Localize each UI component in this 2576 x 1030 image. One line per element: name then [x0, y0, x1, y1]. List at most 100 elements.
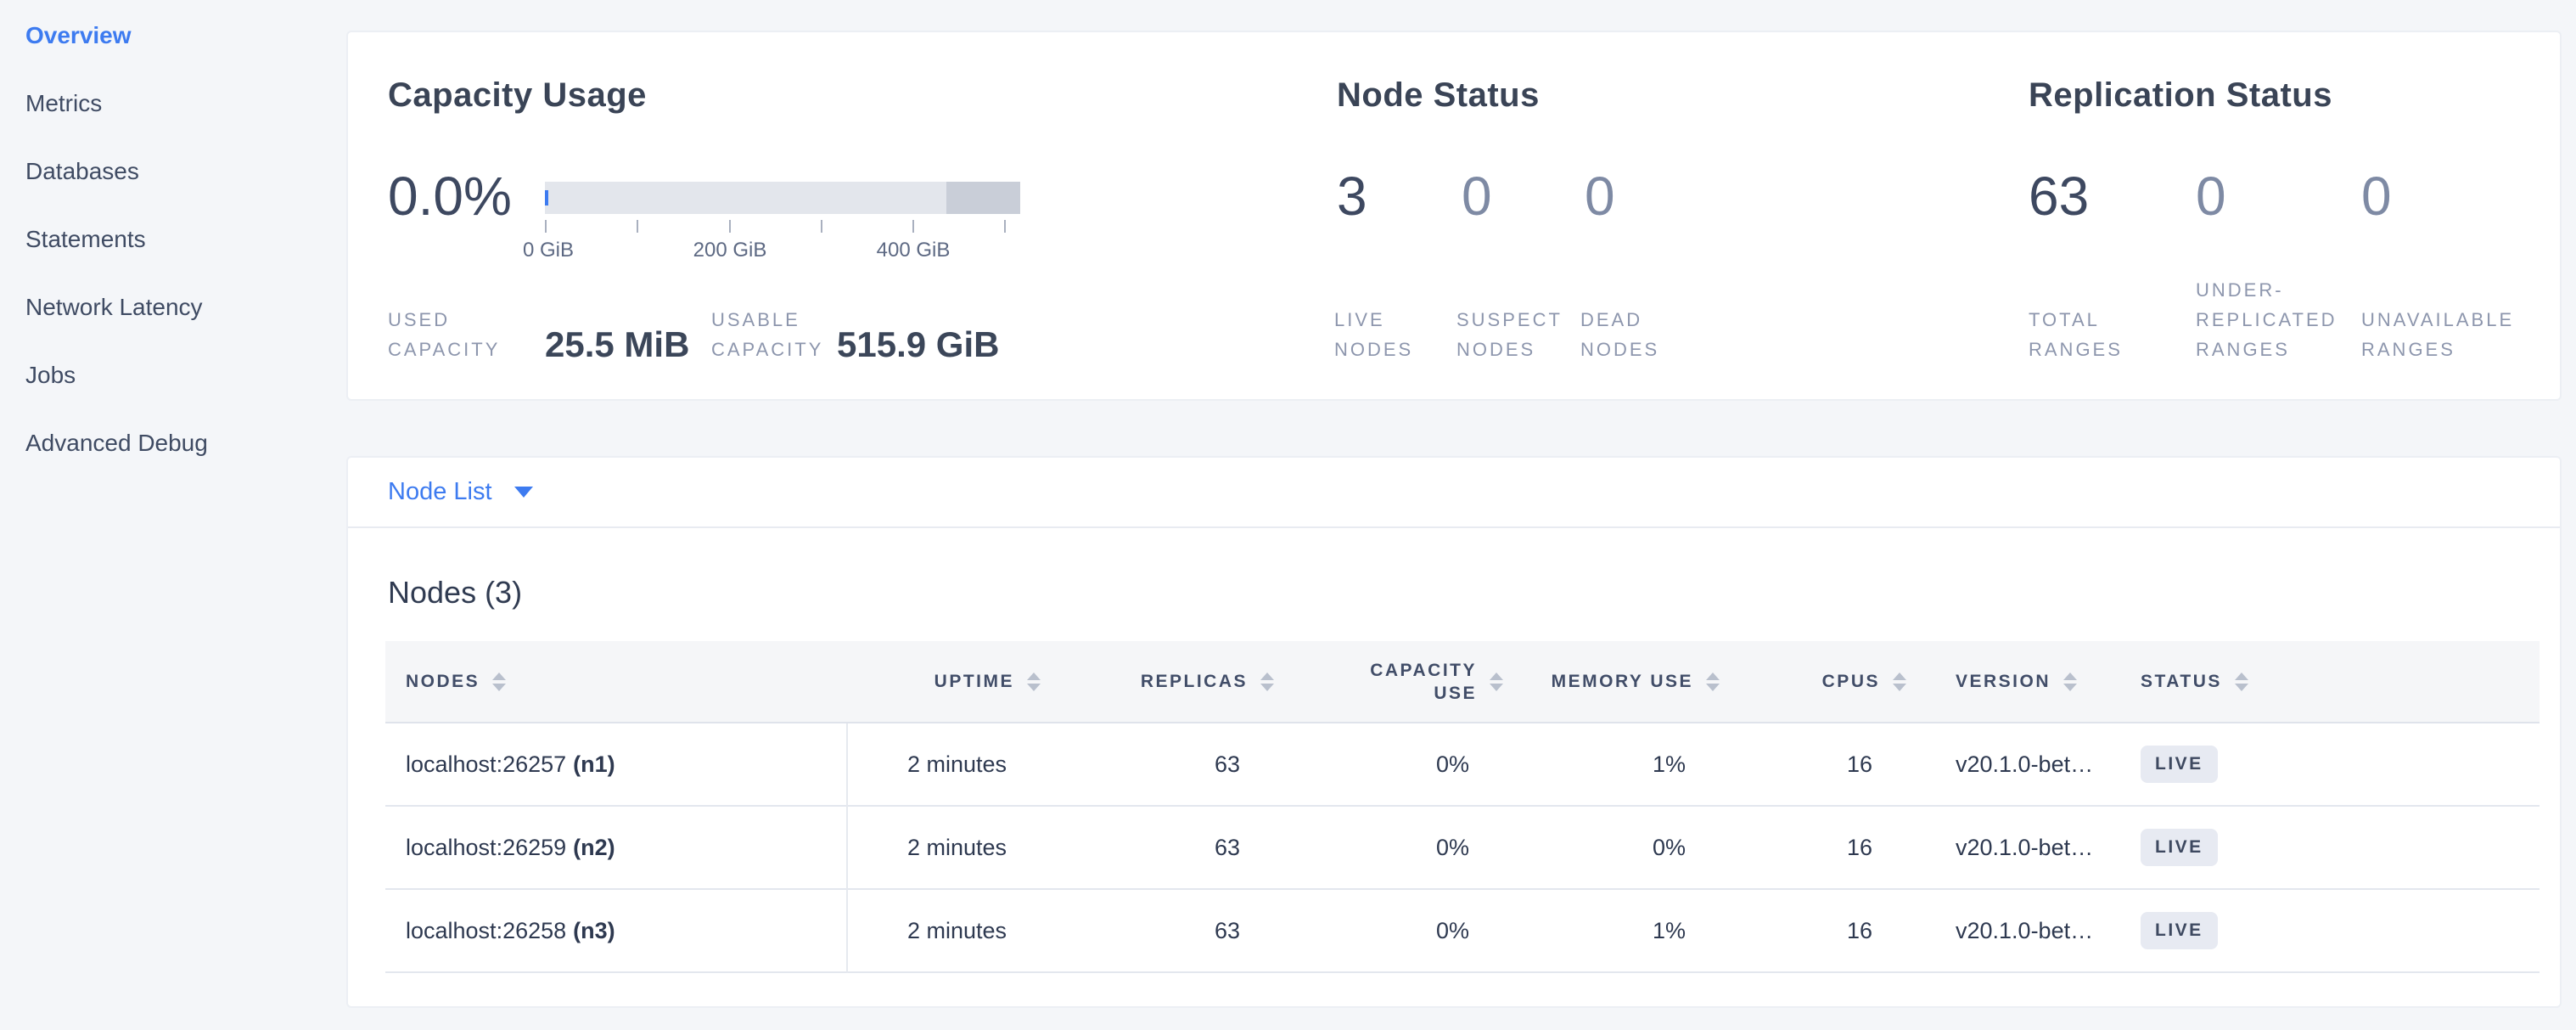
replicas-cell: 63 [1046, 751, 1279, 778]
axis-tick [1004, 220, 1006, 233]
sort-icon [2235, 673, 2248, 691]
axis-tick-label: 400 GiB [877, 239, 951, 262]
live-nodes-label: LIVE NODES [1334, 305, 1436, 364]
unavailable-ranges-count: 0 [2361, 165, 2392, 228]
sidebar-item-statements[interactable]: Statements [0, 205, 346, 273]
column-header-label: UPTIME [934, 672, 1014, 692]
usable-capacity-value: 515.9 GiB [837, 324, 999, 365]
axis-tick [637, 220, 638, 233]
column-header-cpus[interactable]: CPUS [1725, 672, 1911, 692]
column-header-status[interactable]: STATUS [2124, 672, 2540, 692]
used-capacity-value: 25.5 MiB [545, 324, 689, 365]
version-cell: v20.1.0-bet… [1911, 918, 2124, 944]
replicas-cell: 63 [1046, 835, 1279, 861]
column-header-memory-use[interactable]: MEMORY USE [1508, 672, 1725, 692]
total-ranges-count: 63 [2029, 165, 2089, 228]
sort-icon [2063, 673, 2077, 691]
nodes-table: NODES UPTIME REPLICAS CAPACITY USE MEMOR… [385, 641, 2540, 973]
non-usable-capacity-segment [946, 182, 1020, 214]
sidebar-item-overview[interactable]: Overview [0, 2, 346, 70]
column-header-nodes[interactable]: NODES [385, 672, 846, 692]
unavailable-ranges-label: UNAVAILABLE RANGES [2361, 305, 2535, 364]
node-list-card-header: Node List [348, 458, 2560, 528]
sort-icon [1490, 673, 1503, 691]
memory-use-cell: 1% [1508, 751, 1725, 778]
status-badge: LIVE [2141, 829, 2218, 866]
capacity-usage-title: Capacity Usage [388, 76, 647, 115]
cluster-overview-page: Overview Metrics Databases Statements Ne… [0, 0, 2576, 1030]
axis-tick [729, 220, 731, 233]
dead-nodes-count: 0 [1585, 165, 1615, 228]
sidebar-item-metrics[interactable]: Metrics [0, 70, 346, 138]
status-badge: LIVE [2141, 746, 2218, 783]
uptime-cell: 2 minutes [846, 751, 1046, 778]
used-capacity-label: USED CAPACITY [388, 305, 536, 364]
status-cell: LIVE [2124, 746, 2540, 783]
status-cell: LIVE [2124, 829, 2540, 866]
node-status-title: Node Status [1337, 76, 1540, 115]
status-badge: LIVE [2141, 912, 2218, 949]
node-id: (n1) [573, 751, 615, 777]
node-address-cell[interactable]: localhost:26259 (n2) [385, 835, 846, 861]
sidebar-item-network-latency[interactable]: Network Latency [0, 273, 346, 341]
suspect-nodes-label: SUSPECT NODES [1456, 305, 1582, 364]
sidebar: Overview Metrics Databases Statements Ne… [0, 0, 346, 1030]
axis-tick [821, 220, 822, 233]
status-cell: LIVE [2124, 912, 2540, 949]
node-id: (n3) [573, 918, 615, 943]
memory-use-cell: 1% [1508, 918, 1725, 944]
replicas-cell: 63 [1046, 918, 1279, 944]
column-header-label: CPUS [1822, 672, 1880, 692]
capacity-use-cell: 0% [1279, 918, 1508, 944]
node-address: localhost:26258 [406, 918, 566, 943]
sidebar-item-advanced-debug[interactable]: Advanced Debug [0, 409, 346, 477]
column-header-label: VERSION [1956, 672, 2051, 692]
cpus-cell: 16 [1725, 751, 1911, 778]
version-cell: v20.1.0-bet… [1911, 751, 2124, 778]
node-list-dropdown[interactable]: Node List [388, 458, 533, 526]
under-replicated-ranges-count: 0 [2196, 165, 2226, 228]
node-list-card: Node List Nodes (3) NODES UPTIME REPLICA… [346, 456, 2562, 1008]
under-replicated-ranges-label: UNDER-REPLICATED RANGES [2196, 275, 2349, 364]
node-address: localhost:26257 [406, 751, 566, 777]
sort-icon [1893, 673, 1906, 691]
sidebar-item-jobs[interactable]: Jobs [0, 341, 346, 409]
sidebar-item-databases[interactable]: Databases [0, 138, 346, 205]
nodes-column-divider [846, 723, 848, 973]
used-capacity-segment [545, 190, 548, 205]
sort-icon [1027, 673, 1041, 691]
table-row-node-n3[interactable]: localhost:26258(n3) 2 minutes 63 0% 1% 1… [385, 890, 2540, 973]
axis-tick [545, 220, 547, 233]
suspect-nodes-count: 0 [1462, 165, 1492, 228]
node-address: localhost:26259 [406, 835, 566, 860]
dead-nodes-label: DEAD NODES [1580, 305, 1682, 364]
replication-status-title: Replication Status [2029, 76, 2332, 115]
table-row-node-n1[interactable]: localhost:26257(n1) 2 minutes 63 0% 1% 1… [385, 723, 2540, 807]
nodes-table-header: NODES UPTIME REPLICAS CAPACITY USE MEMOR… [385, 641, 2540, 723]
table-row-node-n2[interactable]: localhost:26259 (n2) 2 minutes 63 0% 0% 1… [385, 807, 2540, 890]
column-header-version[interactable]: VERSION [1911, 672, 2124, 692]
capacity-use-cell: 0% [1279, 835, 1508, 861]
column-header-capacity-use[interactable]: CAPACITY USE [1279, 659, 1508, 705]
version-cell: v20.1.0-bet… [1911, 835, 2124, 861]
cluster-summary-card: Capacity Usage 0.0% 0 GiB 200 GiB 400 Gi… [346, 31, 2562, 401]
node-address-cell[interactable]: localhost:26257 (n1) [385, 751, 846, 778]
capacity-used-percent: 0.0% [388, 165, 512, 228]
uptime-cell: 2 minutes [846, 835, 1046, 861]
node-id: (n2) [573, 835, 615, 860]
node-address-cell[interactable]: localhost:26258 (n3) [385, 918, 846, 944]
memory-use-cell: 0% [1508, 835, 1725, 861]
column-header-label: STATUS [2141, 672, 2222, 692]
column-header-uptime[interactable]: UPTIME [846, 672, 1046, 692]
column-header-replicas[interactable]: REPLICAS [1046, 672, 1279, 692]
axis-tick-label: 0 GiB [523, 239, 574, 262]
column-header-label: CAPACITY USE [1370, 659, 1477, 705]
cpus-cell: 16 [1725, 835, 1911, 861]
sort-icon [1260, 673, 1274, 691]
node-list-dropdown-label: Node List [388, 478, 492, 506]
chevron-down-icon [514, 487, 533, 498]
column-header-label: NODES [406, 672, 480, 692]
uptime-cell: 2 minutes [846, 918, 1046, 944]
column-header-label: MEMORY USE [1552, 672, 1693, 692]
axis-tick [912, 220, 914, 233]
